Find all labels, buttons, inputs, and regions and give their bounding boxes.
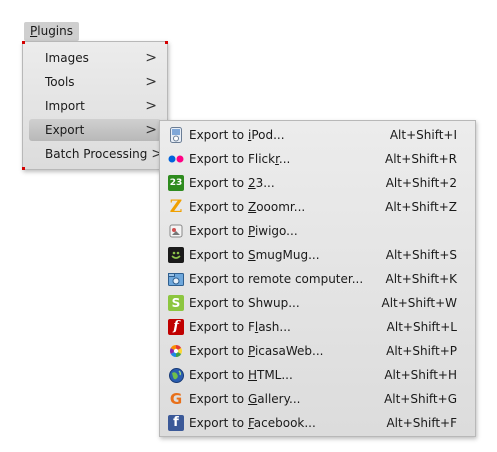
smugmug-icon: [168, 247, 184, 263]
html-icon: [168, 367, 184, 383]
submenu-arrow-icon: >: [145, 74, 157, 90]
menu-item-label: Images: [45, 51, 89, 65]
export-facebook-item[interactable]: f Export to Facebook... Alt+Shift+F: [164, 411, 467, 435]
submenu-arrow-icon: >: [145, 122, 157, 138]
menu-item-shortcut: Alt+Shift+S: [385, 248, 457, 262]
facebook-icon: f: [168, 415, 184, 431]
menu-corner-marker: [22, 167, 25, 170]
menu-item-import[interactable]: Import >: [29, 95, 161, 117]
menu-item-shortcut: Alt+Shift+H: [384, 368, 457, 382]
menu-item-images[interactable]: Images >: [29, 47, 161, 69]
submenu-arrow-icon: >: [145, 98, 157, 114]
menu-item-label: Export to Flickr...: [189, 152, 291, 166]
menu-item-label: Export to HTML...: [189, 368, 293, 382]
menu-item-label: Import: [45, 99, 85, 113]
menu-item-shortcut: Alt+Shift+R: [385, 152, 457, 166]
flash-icon: f: [168, 319, 184, 335]
menu-item-label: Export to PicasaWeb...: [189, 344, 324, 358]
export-flash-item[interactable]: f Export to Flash... Alt+Shift+L: [164, 315, 467, 339]
ipod-icon: [168, 127, 184, 143]
menu-item-label: Tools: [45, 75, 75, 89]
menu-item-shortcut: Alt+Shift+Z: [385, 200, 457, 214]
export-gallery-item[interactable]: G Export to Gallery... Alt+Shift+G: [164, 387, 467, 411]
picasaweb-icon: [168, 343, 184, 359]
gallery-icon: G: [169, 390, 183, 408]
menu-item-shortcut: Alt+Shift+L: [386, 320, 457, 334]
menu-item-label: Export to 23...: [189, 176, 275, 190]
plugins-menu: Images > Tools > Import > Export > Batch…: [22, 41, 168, 170]
menu-item-shortcut: Alt+Shift+K: [385, 272, 457, 286]
menubar-plugins[interactable]: Plugins: [24, 22, 79, 41]
menu-item-label: Export: [45, 123, 85, 137]
menu-item-shortcut: Alt+Shift+W: [381, 296, 458, 310]
menu-item-label: Export to Gallery...: [189, 392, 301, 406]
menu-item-label: Export to Piwigo...: [189, 224, 298, 238]
menu-item-batch-processing[interactable]: Batch Processing >: [29, 143, 163, 165]
export-ipod-item[interactable]: Export to iPod... Alt+Shift+I: [164, 123, 467, 147]
menu-item-label: Export to Zooomr...: [189, 200, 306, 214]
export-submenu: Export to iPod... Alt+Shift+I Export to …: [159, 120, 476, 437]
menu-item-label: Export to SmugMug...: [189, 248, 320, 262]
menu-item-shortcut: Alt+Shift+G: [384, 392, 457, 406]
menu-item-label: Export to Flash...: [189, 320, 291, 334]
export-smugmug-item[interactable]: Export to SmugMug... Alt+Shift+S: [164, 243, 467, 267]
export-remote-computer-item[interactable]: Export to remote computer... Alt+Shift+K: [164, 267, 467, 291]
plugins-label: lugins: [37, 24, 73, 38]
export-shwup-item[interactable]: S Export to Shwup... Alt+Shift+W: [164, 291, 467, 315]
menu-item-shortcut: Alt+Shift+2: [385, 176, 457, 190]
export-picasaweb-item[interactable]: Export to PicasaWeb... Alt+Shift+P: [164, 339, 467, 363]
export-zooomr-item[interactable]: Z Export to Zooomr... Alt+Shift+Z: [164, 195, 467, 219]
menu-item-shortcut: Alt+Shift+I: [389, 128, 457, 142]
menu-item-shortcut: Alt+Shift+P: [386, 344, 457, 358]
export-flickr-item[interactable]: Export to Flickr... Alt+Shift+R: [164, 147, 467, 171]
menu-item-tools[interactable]: Tools >: [29, 71, 161, 93]
zooomr-icon: Z: [169, 197, 183, 217]
menu-item-label: Export to Shwup...: [189, 296, 300, 310]
23-icon: 23: [168, 175, 184, 191]
menu-item-export[interactable]: Export >: [29, 119, 161, 141]
piwigo-icon: [168, 223, 184, 239]
menu-item-label: Export to remote computer...: [189, 272, 364, 286]
menu-item-label: Batch Processing: [45, 147, 148, 161]
menu-item-label: Export to Facebook...: [189, 416, 316, 430]
menu-corner-marker: [165, 41, 168, 44]
export-piwigo-item[interactable]: Export to Piwigo...: [164, 219, 467, 243]
flickr-icon: [168, 151, 184, 167]
menu-item-shortcut: Alt+Shift+F: [386, 416, 457, 430]
menu-corner-marker: [22, 41, 25, 44]
export-html-item[interactable]: Export to HTML... Alt+Shift+H: [164, 363, 467, 387]
shwup-icon: S: [168, 295, 184, 311]
menu-item-label: Export to iPod...: [189, 128, 285, 142]
export-23-item[interactable]: 23 Export to 23... Alt+Shift+2: [164, 171, 467, 195]
remote-computer-icon: [168, 271, 184, 287]
submenu-arrow-icon: >: [145, 50, 157, 66]
